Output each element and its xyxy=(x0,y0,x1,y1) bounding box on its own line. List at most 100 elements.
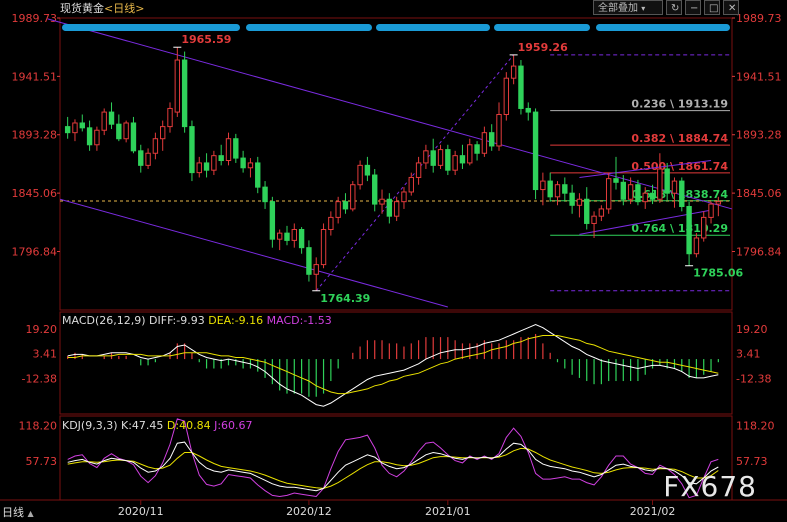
candle-body xyxy=(203,162,210,171)
rally-dashed-line xyxy=(315,54,515,292)
candle-body xyxy=(445,149,451,171)
instrument-name: 现货黄金 xyxy=(60,2,104,15)
macd-tick-label-left: 3.41 xyxy=(33,348,58,361)
candle-body xyxy=(540,180,546,191)
candle-body xyxy=(328,216,334,231)
price-tick-label-left: 1796.84 xyxy=(12,245,58,258)
candle-body xyxy=(64,126,71,134)
candle-body xyxy=(423,150,429,164)
chart-canvas[interactable]: 1989.73 1989.73 1941.51 1941.51 1893.28 1893.… xyxy=(0,0,787,522)
candle-body xyxy=(401,191,407,203)
macd-dea-label: DEA:-9.16 xyxy=(208,314,264,327)
macd-legend: MACD(26,12,9) DIFF:-9.93 DEA:-9.16 MACD:… xyxy=(62,314,332,327)
candle-body xyxy=(86,127,93,146)
candle-body xyxy=(474,144,480,154)
candle-body xyxy=(72,122,78,134)
kdj-tick-label-right: 57.73 xyxy=(736,455,768,468)
fib-level-label: 0.764 \ 1810.29 xyxy=(631,222,728,235)
macd-dif-label: DIFF:-9.93 xyxy=(149,314,205,327)
refresh-button[interactable]: ↻ xyxy=(666,0,682,15)
event-dot-bar xyxy=(494,24,590,31)
candle-body xyxy=(489,132,495,147)
kdj-tick-label-left: 57.73 xyxy=(26,455,58,468)
candle-body xyxy=(298,229,305,249)
maximize-icon: □ xyxy=(709,3,719,14)
candle-body xyxy=(94,129,100,146)
maximize-button[interactable]: □ xyxy=(704,0,720,15)
kdj-tick-label-left: 118.20 xyxy=(19,420,58,433)
candle-body xyxy=(116,123,122,140)
price-tick-label-left: 1893.28 xyxy=(12,129,58,142)
macd-tick-label-right: -12.38 xyxy=(736,373,771,386)
candle-body xyxy=(335,201,341,218)
candle-body xyxy=(262,186,268,203)
candle-body xyxy=(518,65,524,109)
candle-body xyxy=(649,192,656,200)
chart-header: 现货黄金<日线> xyxy=(60,0,144,16)
candle-body xyxy=(459,155,466,164)
macd-value-label: MACD:-1.53 xyxy=(266,314,332,327)
candle-body xyxy=(240,157,246,169)
candle-body xyxy=(591,215,597,224)
candle-body xyxy=(350,184,356,210)
period-tab[interactable]: 日线 ▲ xyxy=(2,504,34,520)
kdj-tick-label-right: 118.20 xyxy=(736,420,775,433)
candle-body xyxy=(627,184,634,200)
candle-body xyxy=(437,149,444,166)
candle-body xyxy=(255,162,261,188)
candle-body xyxy=(167,107,173,128)
candle-body xyxy=(547,180,553,198)
candle-body xyxy=(211,155,217,171)
x-tick-label: 2021/02 xyxy=(630,505,676,518)
candle-body xyxy=(364,164,371,176)
watermark-logo: FX678 xyxy=(663,470,757,503)
x-tick-label: 2021/01 xyxy=(425,505,471,518)
candle-body xyxy=(160,126,166,140)
candle-body xyxy=(181,59,188,128)
event-dot-bar xyxy=(596,24,730,31)
candle-body xyxy=(664,168,670,194)
period-label[interactable]: <日线> xyxy=(104,2,144,15)
candle-body xyxy=(225,138,232,162)
candle-body xyxy=(123,122,129,140)
kdj-k-line xyxy=(67,441,719,492)
candle-body xyxy=(620,181,626,200)
candle-body xyxy=(708,203,714,218)
fib-level-label: 0.236 \ 1913.19 xyxy=(631,98,728,111)
macd-dif-line xyxy=(67,324,719,407)
candle-body xyxy=(686,206,692,255)
candle-body xyxy=(372,174,378,205)
caret-up-icon: ▲ xyxy=(27,509,34,518)
candle-body xyxy=(562,184,568,194)
candle-body xyxy=(569,192,575,206)
minimize-button[interactable]: − xyxy=(685,0,701,15)
candle-body xyxy=(269,201,276,240)
close-button[interactable]: ✕ xyxy=(723,0,739,15)
candle-body xyxy=(291,229,297,241)
candle-body xyxy=(715,201,722,205)
candle-body xyxy=(108,111,115,125)
candle-body xyxy=(657,168,663,200)
x-axis: 2020/11 2020/12 2021/01 2021/02 xyxy=(118,500,675,518)
kdj-d-label: D:40.84 xyxy=(166,419,211,432)
overlay-selector[interactable]: 全部叠加 ▾ xyxy=(593,0,663,15)
price-tick-label-left: 1989.73 xyxy=(12,12,58,25)
candle-body xyxy=(393,201,400,217)
candle-body xyxy=(101,111,107,131)
candle-body xyxy=(379,198,385,205)
macd-tick-label-right: 3.41 xyxy=(736,348,761,361)
price-tick-label-right: 1796.84 xyxy=(736,245,782,258)
candle-body xyxy=(415,162,422,178)
price-tick-label-left: 1941.51 xyxy=(12,70,58,83)
candle-body xyxy=(138,150,144,166)
candle-body xyxy=(525,107,531,113)
candle-body xyxy=(576,198,583,206)
fib-level-label: 0.500 \ 1861.74 xyxy=(631,160,728,173)
chevron-down-icon: ▾ xyxy=(641,4,646,13)
candle-body xyxy=(510,65,517,79)
macd-tick-label-left: -12.38 xyxy=(22,373,57,386)
macd-tick-label-right: 19.20 xyxy=(736,323,768,336)
candle-body xyxy=(247,162,254,169)
candle-body xyxy=(218,155,224,162)
candle-body xyxy=(342,201,349,210)
